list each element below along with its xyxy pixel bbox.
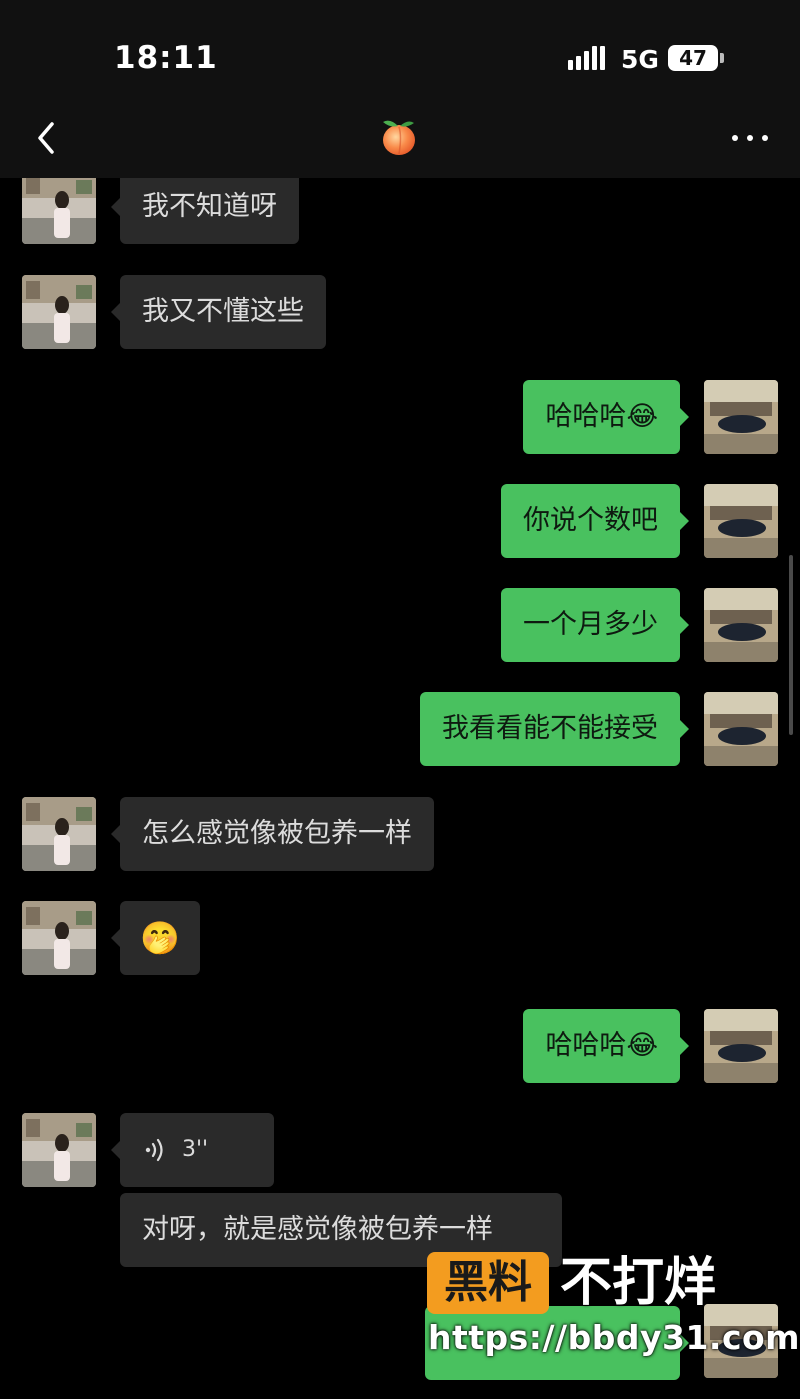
- voice-message-bubble[interactable]: 3'': [111, 1113, 274, 1187]
- contact-avatar[interactable]: [22, 178, 96, 244]
- message-bubble-incoming[interactable]: 怎么感觉像被包养一样: [111, 797, 434, 871]
- my-avatar[interactable]: [704, 692, 778, 766]
- watermark-url: https://bbdy31.com: [428, 1318, 800, 1357]
- my-avatar[interactable]: [704, 1009, 778, 1083]
- hand-over-mouth-emoji-icon: 🤭: [140, 919, 180, 957]
- message-bubble-outgoing[interactable]: 一个月多少: [501, 588, 689, 662]
- network-label: 5G: [621, 45, 659, 74]
- message-bubble-outgoing[interactable]: 哈哈哈😂: [523, 380, 689, 454]
- message-bubble-outgoing[interactable]: 哈哈哈😂: [523, 1009, 689, 1083]
- contact-avatar[interactable]: [22, 275, 96, 349]
- message-list[interactable]: 我不知道呀 我又不懂这些 哈哈哈😂 你说个数吧 一个月多少 我看看能不能接受 怎…: [0, 178, 800, 1399]
- watermark-slogan: 不打烊: [560, 1253, 717, 1313]
- status-bar: 18:11 5G 47: [0, 0, 800, 100]
- scrollbar[interactable]: [789, 555, 793, 735]
- more-options-icon[interactable]: [730, 125, 770, 155]
- message-bubble-incoming[interactable]: 我不知道呀: [111, 178, 299, 244]
- peach-icon: [378, 116, 420, 158]
- tears-of-joy-emoji-icon: 😂: [626, 1030, 658, 1061]
- watermark-brand: 黑料: [427, 1252, 549, 1314]
- tears-of-joy-emoji-icon: 😂: [626, 401, 658, 432]
- message-bubble-incoming[interactable]: 我又不懂这些: [111, 275, 326, 349]
- status-time: 18:11: [114, 40, 218, 76]
- battery-icon: 47: [668, 45, 718, 71]
- contact-avatar[interactable]: [22, 797, 96, 871]
- back-chevron-icon[interactable]: [30, 120, 66, 156]
- message-bubble-outgoing[interactable]: 你说个数吧: [501, 484, 689, 558]
- chat-header: [0, 100, 800, 178]
- contact-avatar[interactable]: [22, 901, 96, 975]
- message-bubble-outgoing[interactable]: 我看看能不能接受: [420, 692, 689, 766]
- voice-wave-icon: [145, 1138, 163, 1162]
- battery-tip: [720, 53, 724, 63]
- my-avatar[interactable]: [704, 484, 778, 558]
- contact-avatar[interactable]: [22, 1113, 96, 1187]
- my-avatar[interactable]: [704, 588, 778, 662]
- my-avatar[interactable]: [704, 380, 778, 454]
- voice-duration: 3'': [182, 1137, 209, 1162]
- message-bubble-incoming[interactable]: 🤭: [111, 901, 200, 975]
